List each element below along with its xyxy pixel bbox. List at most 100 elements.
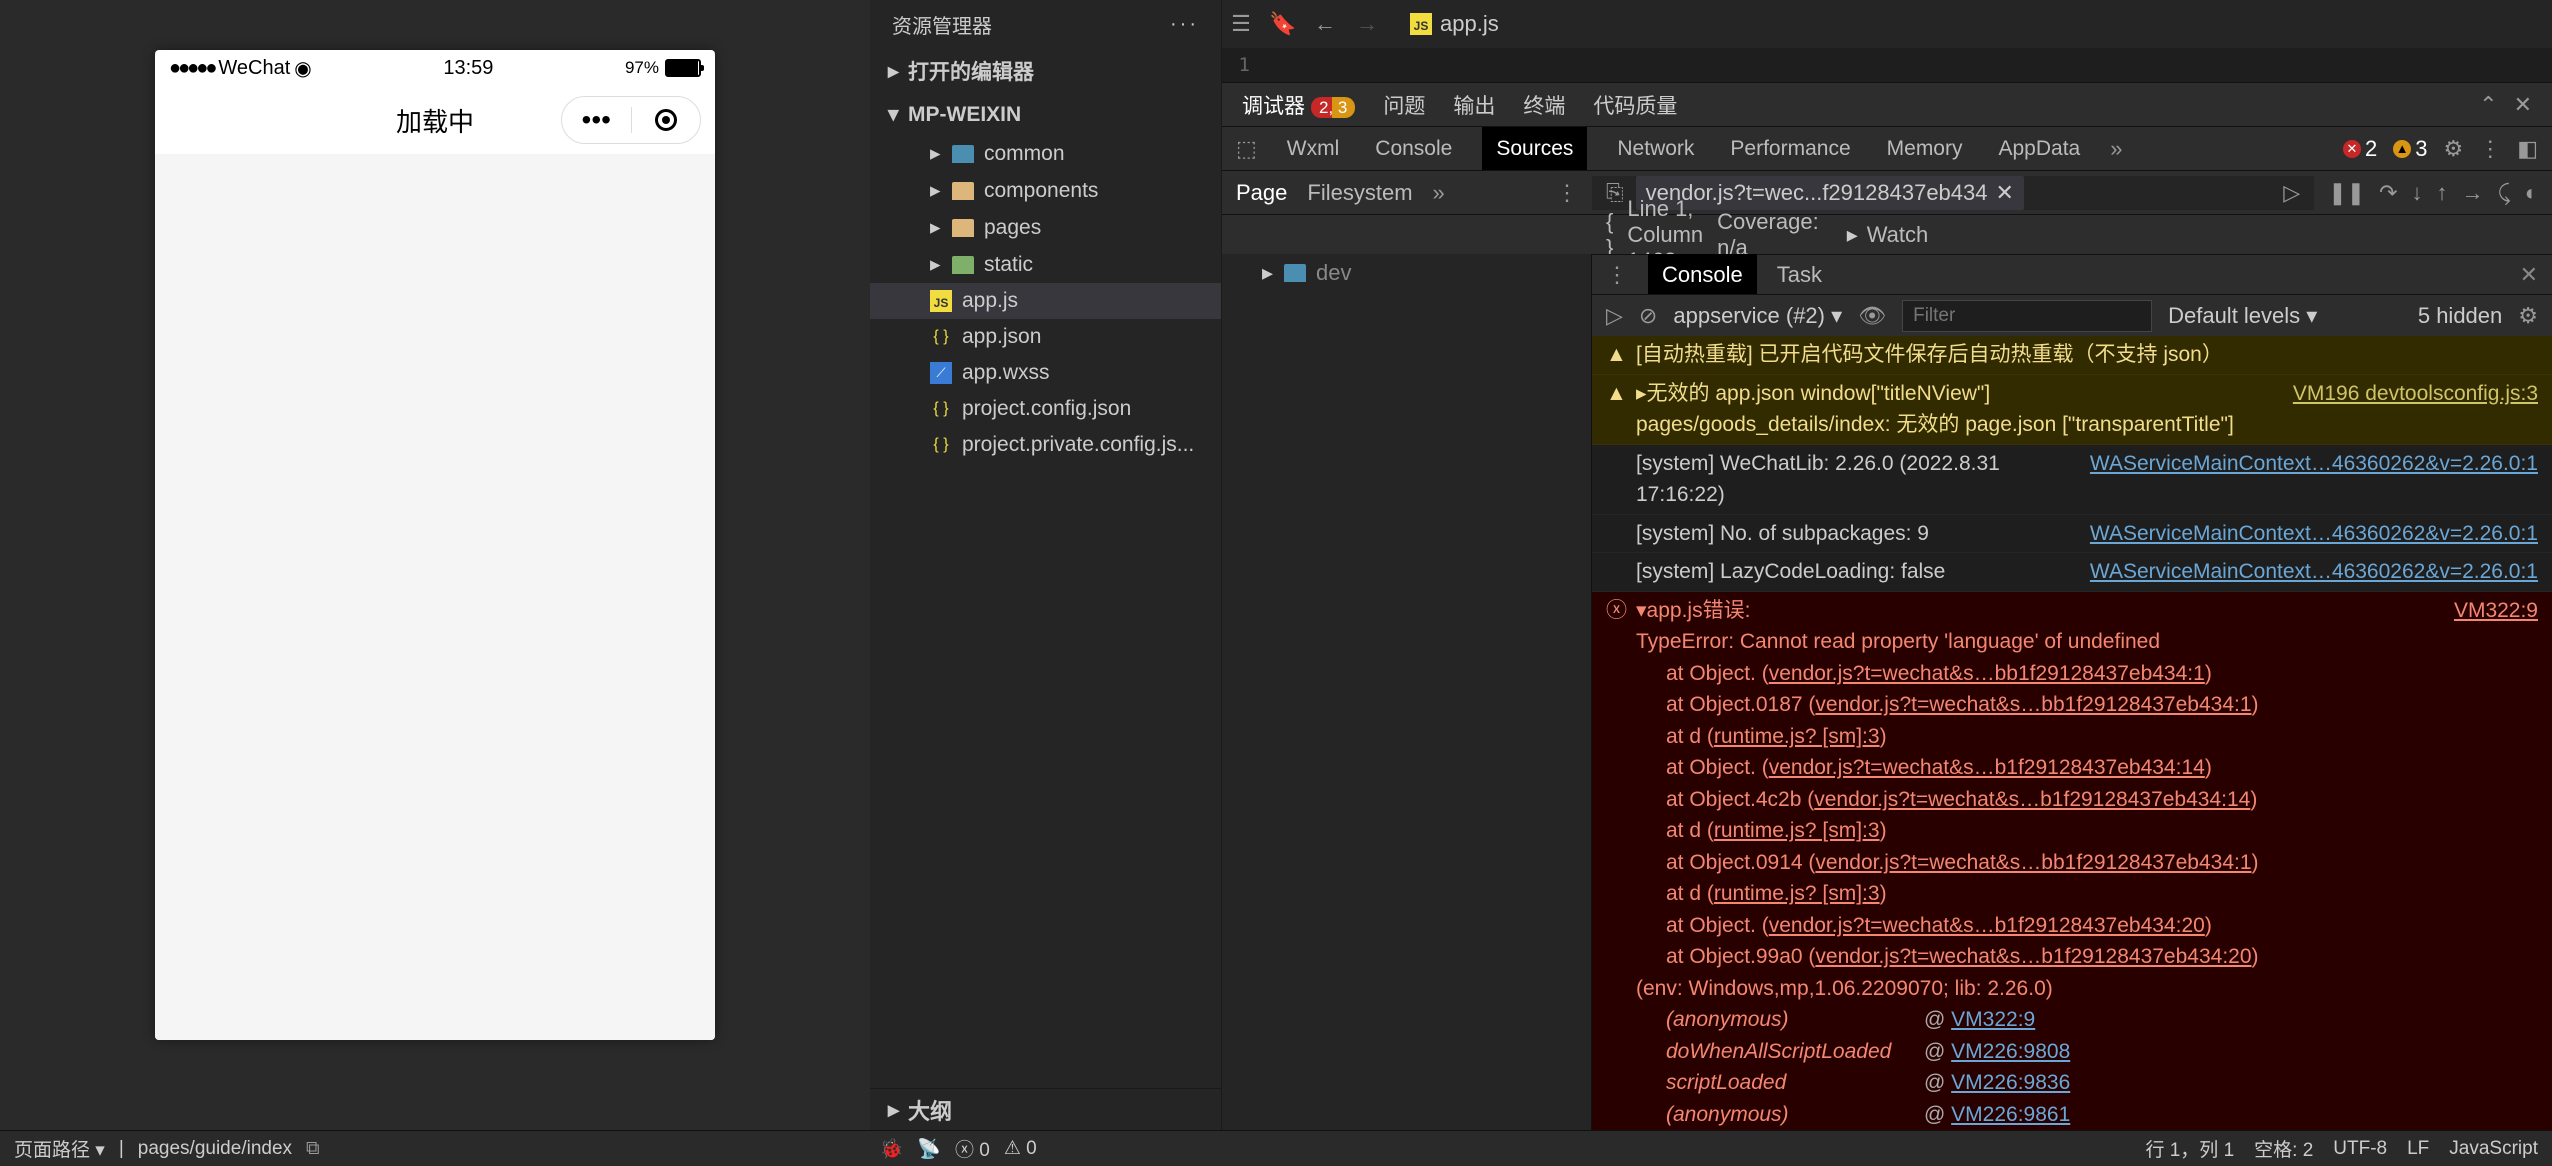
warn-count-badge[interactable]: ▲3: [2393, 136, 2427, 162]
back-icon[interactable]: ←: [1314, 13, 1336, 35]
close-icon[interactable]: ✕: [2520, 262, 2538, 288]
source-link[interactable]: VM226:9861: [1951, 1103, 2070, 1126]
tab-terminal[interactable]: 终端: [1523, 90, 1565, 120]
braces-icon[interactable]: { }: [1606, 209, 1613, 261]
tab-appdata[interactable]: AppData: [1992, 137, 2086, 161]
outline-section[interactable]: ▸大纲: [870, 1088, 1221, 1130]
kebab-icon[interactable]: ⋮: [2479, 136, 2501, 162]
tab-output[interactable]: 输出: [1453, 90, 1495, 120]
source-link[interactable]: WAServiceMainContext…46360262&v=2.26.0:1: [2090, 556, 2538, 588]
file-tree[interactable]: ▸打开的编辑器 ▾MP-WEIXIN ▸common▸components▸pa…: [870, 48, 1221, 1088]
eol[interactable]: LF: [2407, 1138, 2429, 1160]
source-link[interactable]: runtime.js? [sm]:3: [1714, 725, 1880, 748]
play-icon[interactable]: ▷: [1606, 303, 1623, 329]
log-row[interactable]: [system] LazyCodeLoading: falseWAService…: [1592, 553, 2552, 592]
step-over-icon[interactable]: ↷: [2379, 180, 2397, 206]
capsule-close-icon[interactable]: [632, 109, 701, 131]
source-link[interactable]: vendor.js?t=wechat&s…b1f29128437eb434:14: [1769, 756, 2205, 779]
source-link[interactable]: VM226:9808: [1951, 1040, 2070, 1063]
step-into-icon[interactable]: ↓: [2412, 180, 2423, 206]
error-log[interactable]: ⓧ▾app.js错误:VM322:9TypeError: Cannot read…: [1592, 592, 2552, 1131]
encoding[interactable]: UTF-8: [2333, 1138, 2387, 1160]
source-link[interactable]: runtime.js? [sm]:3: [1714, 882, 1880, 905]
filter-input[interactable]: [1902, 300, 2152, 332]
copy-icon[interactable]: ⧉: [306, 1138, 320, 1160]
broadcast-icon[interactable]: 📡: [917, 1137, 941, 1161]
open-editors-section[interactable]: ▸打开的编辑器: [870, 48, 1221, 94]
source-link[interactable]: VM196 devtoolsconfig.js:3: [2293, 378, 2538, 410]
list-icon[interactable]: ☰: [1230, 13, 1252, 35]
forward-icon[interactable]: →: [1356, 13, 1378, 35]
source-link[interactable]: runtime.js? [sm]:3: [1714, 819, 1880, 842]
dock-icon[interactable]: ◧: [2517, 136, 2538, 162]
tree-item-app-json[interactable]: { }app.json: [870, 319, 1221, 355]
tree-item-components[interactable]: ▸components: [870, 172, 1221, 209]
overflow-icon[interactable]: »: [2110, 136, 2122, 162]
pause-on-exceptions-icon[interactable]: ◐: [2525, 180, 2538, 206]
tree-item-app-js[interactable]: JSapp.js: [870, 283, 1221, 319]
page-path[interactable]: pages/guide/index: [138, 1138, 292, 1160]
source-link[interactable]: vendor.js?t=wechat&s…b1f29128437eb434:14: [1814, 788, 2250, 811]
hidden-count[interactable]: 5 hidden: [2418, 303, 2502, 329]
source-link[interactable]: vendor.js?t=wechat&s…b1f29128437eb434:20: [1769, 914, 2205, 937]
gear-icon[interactable]: ⚙: [2443, 136, 2463, 162]
step-icon[interactable]: →: [2462, 180, 2484, 206]
source-link[interactable]: VM226:9836: [1951, 1071, 2070, 1094]
source-link[interactable]: vendor.js?t=wechat&s…b1f29128437eb434:20: [1815, 945, 2251, 968]
language-mode[interactable]: JavaScript: [2449, 1138, 2538, 1160]
clear-icon[interactable]: ⊘: [1639, 303, 1657, 329]
indent-setting[interactable]: 空格: 2: [2254, 1135, 2313, 1162]
tab-console[interactable]: Console: [1369, 137, 1458, 161]
more-icon[interactable]: ···: [1170, 13, 1199, 36]
capsule-button[interactable]: •••: [561, 96, 701, 144]
capsule-menu-icon[interactable]: •••: [562, 104, 631, 136]
context-selector[interactable]: appservice (#2) ▾: [1673, 303, 1842, 329]
editor-file-tab[interactable]: JS app.js: [1398, 11, 1511, 37]
tab-problems[interactable]: 问题: [1383, 90, 1425, 120]
log-row[interactable]: ▲[自动热重载] 已开启代码文件保存后自动热重载（不支持 json）: [1592, 336, 2552, 375]
chevron-right-icon[interactable]: ▸: [1262, 260, 1274, 286]
error-count-badge[interactable]: ✕2: [2343, 136, 2377, 162]
tab-performance[interactable]: Performance: [1724, 137, 1856, 161]
chevron-right-icon[interactable]: ▸: [1847, 222, 1859, 248]
tree-item-static[interactable]: ▸static: [870, 246, 1221, 283]
levels-selector[interactable]: Default levels ▾: [2168, 303, 2317, 329]
source-link[interactable]: VM322:9: [2454, 595, 2538, 627]
tree-item-project-config-json[interactable]: { }project.config.json: [870, 391, 1221, 427]
pause-icon[interactable]: ❚❚: [2328, 180, 2365, 206]
warning-count[interactable]: ⚠ 0: [1004, 1137, 1037, 1160]
tab-code-quality[interactable]: 代码质量: [1593, 90, 1677, 120]
tab-wxml[interactable]: Wxml: [1281, 137, 1345, 161]
run-icon[interactable]: ▷: [2283, 180, 2300, 206]
tree-folder-dev[interactable]: dev: [1316, 260, 1351, 286]
inspect-icon[interactable]: ⬚: [1236, 136, 1257, 162]
source-link[interactable]: vendor.js?t=wechat&s…bb1f29128437eb434:1: [1815, 693, 2251, 716]
close-icon[interactable]: ✕: [2514, 92, 2532, 118]
bug-icon[interactable]: 🐞: [880, 1137, 904, 1161]
gear-icon[interactable]: ⚙: [2518, 303, 2538, 329]
tab-debugger[interactable]: 调试器2, 3: [1242, 90, 1355, 120]
step-out-icon[interactable]: ↑: [2437, 180, 2448, 206]
tab-sources[interactable]: Sources: [1482, 127, 1587, 171]
console-output[interactable]: ▲[自动热重载] 已开启代码文件保存后自动热重载（不支持 json）▲▸无效的 …: [1592, 336, 2552, 1130]
source-link[interactable]: WAServiceMainContext…46360262&v=2.26.0:1: [2090, 448, 2538, 480]
tab-task[interactable]: Task: [1777, 262, 1822, 288]
tab-memory[interactable]: Memory: [1881, 137, 1969, 161]
tree-item-pages[interactable]: ▸pages: [870, 209, 1221, 246]
close-icon[interactable]: ✕: [1996, 180, 2014, 206]
tab-console-inner[interactable]: Console: [1648, 254, 1757, 296]
project-section[interactable]: ▾MP-WEIXIN: [870, 94, 1221, 135]
tree-item-project-private-config-js-[interactable]: { }project.private.config.js...: [870, 427, 1221, 463]
log-row[interactable]: [system] No. of subpackages: 9WAServiceM…: [1592, 515, 2552, 554]
tree-item-app-wxss[interactable]: ⟋app.wxss: [870, 355, 1221, 391]
source-link[interactable]: vendor.js?t=wechat&s…bb1f29128437eb434:1: [1769, 662, 2205, 685]
tree-item-common[interactable]: ▸common: [870, 135, 1221, 172]
error-count[interactable]: ⓧ 0: [955, 1135, 990, 1162]
source-link[interactable]: WAServiceMainContext…46360262&v=2.26.0:1: [2090, 518, 2538, 550]
log-row[interactable]: ▲▸无效的 app.json window["titleNView"] page…: [1592, 375, 2552, 445]
phone-content[interactable]: [155, 154, 715, 1040]
deactivate-breakpoints-icon[interactable]: ⤹: [2498, 180, 2511, 206]
bookmark-icon[interactable]: 🔖: [1272, 13, 1294, 35]
kebab-icon[interactable]: ⋮: [1606, 262, 1628, 288]
page-path-label[interactable]: 页面路径 ▾: [14, 1135, 105, 1162]
